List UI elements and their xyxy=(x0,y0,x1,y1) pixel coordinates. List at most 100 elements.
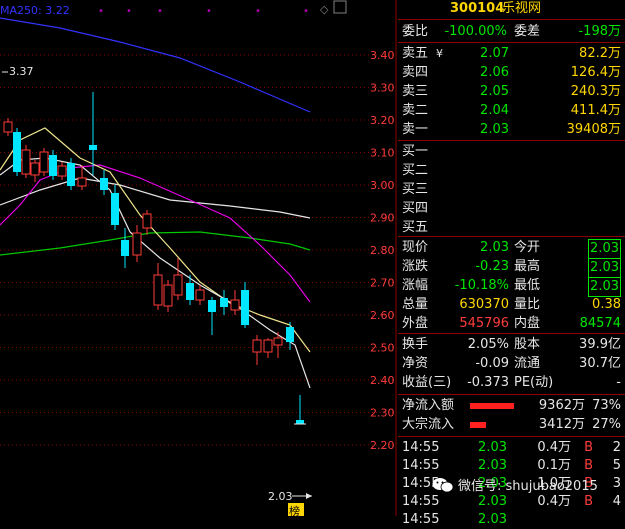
committee-diff-label: 委差 xyxy=(514,24,541,39)
stock-header: 300104 乐视网 xyxy=(398,0,625,18)
bid-label: 买四 xyxy=(402,201,429,216)
ask-row[interactable]: 卖四 2.06 126.4万 xyxy=(398,64,625,82)
trade-side: B xyxy=(584,494,593,509)
flow-amount: 3412万 xyxy=(538,417,585,432)
price-tick: 2.30 xyxy=(370,407,395,420)
trade-count: 3 xyxy=(612,476,621,491)
price-tick: 3.40 xyxy=(370,49,395,62)
top-dots: • • • • • • xyxy=(98,6,309,17)
trade-count: 5 xyxy=(612,458,621,473)
stat-value: 2.03 xyxy=(588,277,621,297)
bid-label: 买二 xyxy=(402,163,429,178)
trade-row: 14:55 2.03 xyxy=(398,511,625,529)
candle xyxy=(273,337,283,346)
bid-label: 买五 xyxy=(402,220,429,235)
bid-row[interactable]: 买三 xyxy=(398,181,625,199)
stat-label: 最低 xyxy=(514,278,541,293)
expand-icon[interactable] xyxy=(333,0,347,14)
trade-side: B xyxy=(584,440,593,455)
candle xyxy=(220,298,228,307)
svg-text:•: • xyxy=(303,6,309,17)
candles xyxy=(3,92,306,425)
price-tick: 2.70 xyxy=(370,277,395,290)
trade-row: 14:55 2.03 0.4万 B 2 xyxy=(398,439,625,457)
trade-time: 14:55 xyxy=(402,512,440,527)
flow-label: 净流入额 xyxy=(402,398,455,413)
trade-time: 14:55 xyxy=(402,440,440,455)
price-tick: 3.10 xyxy=(370,147,395,160)
candle xyxy=(111,193,119,225)
candle xyxy=(252,339,262,353)
trade-count: 2 xyxy=(612,440,621,455)
price-tick: 2.20 xyxy=(370,439,395,452)
stock-name: 乐视网 xyxy=(502,1,542,16)
fundamental-label: PE(动) xyxy=(514,375,554,390)
fundamental-value: -0.373 xyxy=(467,375,509,390)
fundamental-row: 换手 2.05% 股本 39.9亿 xyxy=(398,336,625,354)
fundamental-label: 流通 xyxy=(514,356,541,371)
candle xyxy=(49,155,57,176)
trade-price: 2.03 xyxy=(478,458,507,473)
diamond-icon[interactable]: ◇ xyxy=(320,3,329,16)
flow-percent: 73% xyxy=(592,398,621,413)
ask-volume: 411.4万 xyxy=(570,103,621,118)
price-tick: 2.40 xyxy=(370,374,395,387)
fundamental-row: 净资 -0.09 流通 30.7亿 xyxy=(398,355,625,373)
candle xyxy=(57,165,67,177)
committee-ratio-value: -100.00% xyxy=(444,24,507,39)
trade-price: 2.03 xyxy=(478,440,507,455)
ask-volume: 82.2万 xyxy=(579,46,621,61)
candle xyxy=(30,162,40,176)
stat-value: -10.18% xyxy=(454,278,509,293)
candle xyxy=(89,145,97,150)
price-tick: 2.80 xyxy=(370,244,395,257)
committee-ratio-label: 委比 xyxy=(402,24,429,39)
stat-label: 内盘 xyxy=(514,316,541,331)
bid-row[interactable]: 买二 xyxy=(398,162,625,180)
flow-row: 净流入额 9362万 73% xyxy=(398,397,625,415)
bid-row[interactable]: 买四 xyxy=(398,200,625,218)
stat-label: 现价 xyxy=(402,240,429,255)
ask-label: 卖五 xyxy=(402,46,429,61)
fundamental-value: 30.7亿 xyxy=(579,356,621,371)
flow-label: 大宗流入 xyxy=(402,417,455,432)
price-grid xyxy=(0,54,396,446)
stat-label: 涨幅 xyxy=(402,278,429,293)
candle xyxy=(39,151,49,173)
ask-row[interactable]: 卖二 2.04 411.4万 xyxy=(398,102,625,120)
high-price-label: 3.37 xyxy=(9,65,34,78)
bid-row[interactable]: 买五 xyxy=(398,219,625,237)
flow-bar xyxy=(470,403,514,409)
flow-row: 大宗流入 3412万 27% xyxy=(398,416,625,434)
ask-row[interactable]: 卖三 2.05 240.3万 xyxy=(398,83,625,101)
trade-count: 4 xyxy=(612,494,621,509)
price-tick: 3.20 xyxy=(370,114,395,127)
bid-label: 买三 xyxy=(402,182,429,197)
ask-label: 卖一 xyxy=(402,122,429,137)
bid-row[interactable]: 买一 xyxy=(398,143,625,161)
ask-price: 2.03 xyxy=(480,122,509,137)
stat-value: 84574 xyxy=(579,316,621,331)
candle xyxy=(186,283,194,300)
flow-percent: 27% xyxy=(592,417,621,432)
svg-text:•: • xyxy=(126,6,132,17)
candle xyxy=(208,300,216,312)
candle xyxy=(132,232,142,256)
stat-label: 涨跌 xyxy=(402,259,429,274)
stat-value: 630370 xyxy=(459,297,509,312)
ask-row[interactable]: 卖一 2.03 39408万 xyxy=(398,121,625,139)
fundamental-label: 换手 xyxy=(402,337,429,352)
ask-row[interactable]: 卖五 ¥2.07 82.2万 xyxy=(398,45,625,63)
fundamental-value: -0.09 xyxy=(475,356,509,371)
stock-code: 300104 xyxy=(450,1,505,16)
kline-chart[interactable]: MA250: 3.22 • • • • • • ◇ 3.403.303.203.103.… xyxy=(0,0,398,516)
ask-label: 卖四 xyxy=(402,65,429,80)
trade-side: B xyxy=(584,458,593,473)
ask-price: 2.04 xyxy=(480,103,509,118)
ask-price: 2.07 xyxy=(480,46,509,61)
stat-value: -0.23 xyxy=(475,259,509,274)
stat-label: 总量 xyxy=(402,297,429,312)
candle xyxy=(195,289,205,301)
quote-panel: 300104 乐视网 委比 -100.00% 委差 -198万 卖五 ¥2.07 8… xyxy=(398,0,625,527)
price-tick: 2.90 xyxy=(370,212,395,225)
